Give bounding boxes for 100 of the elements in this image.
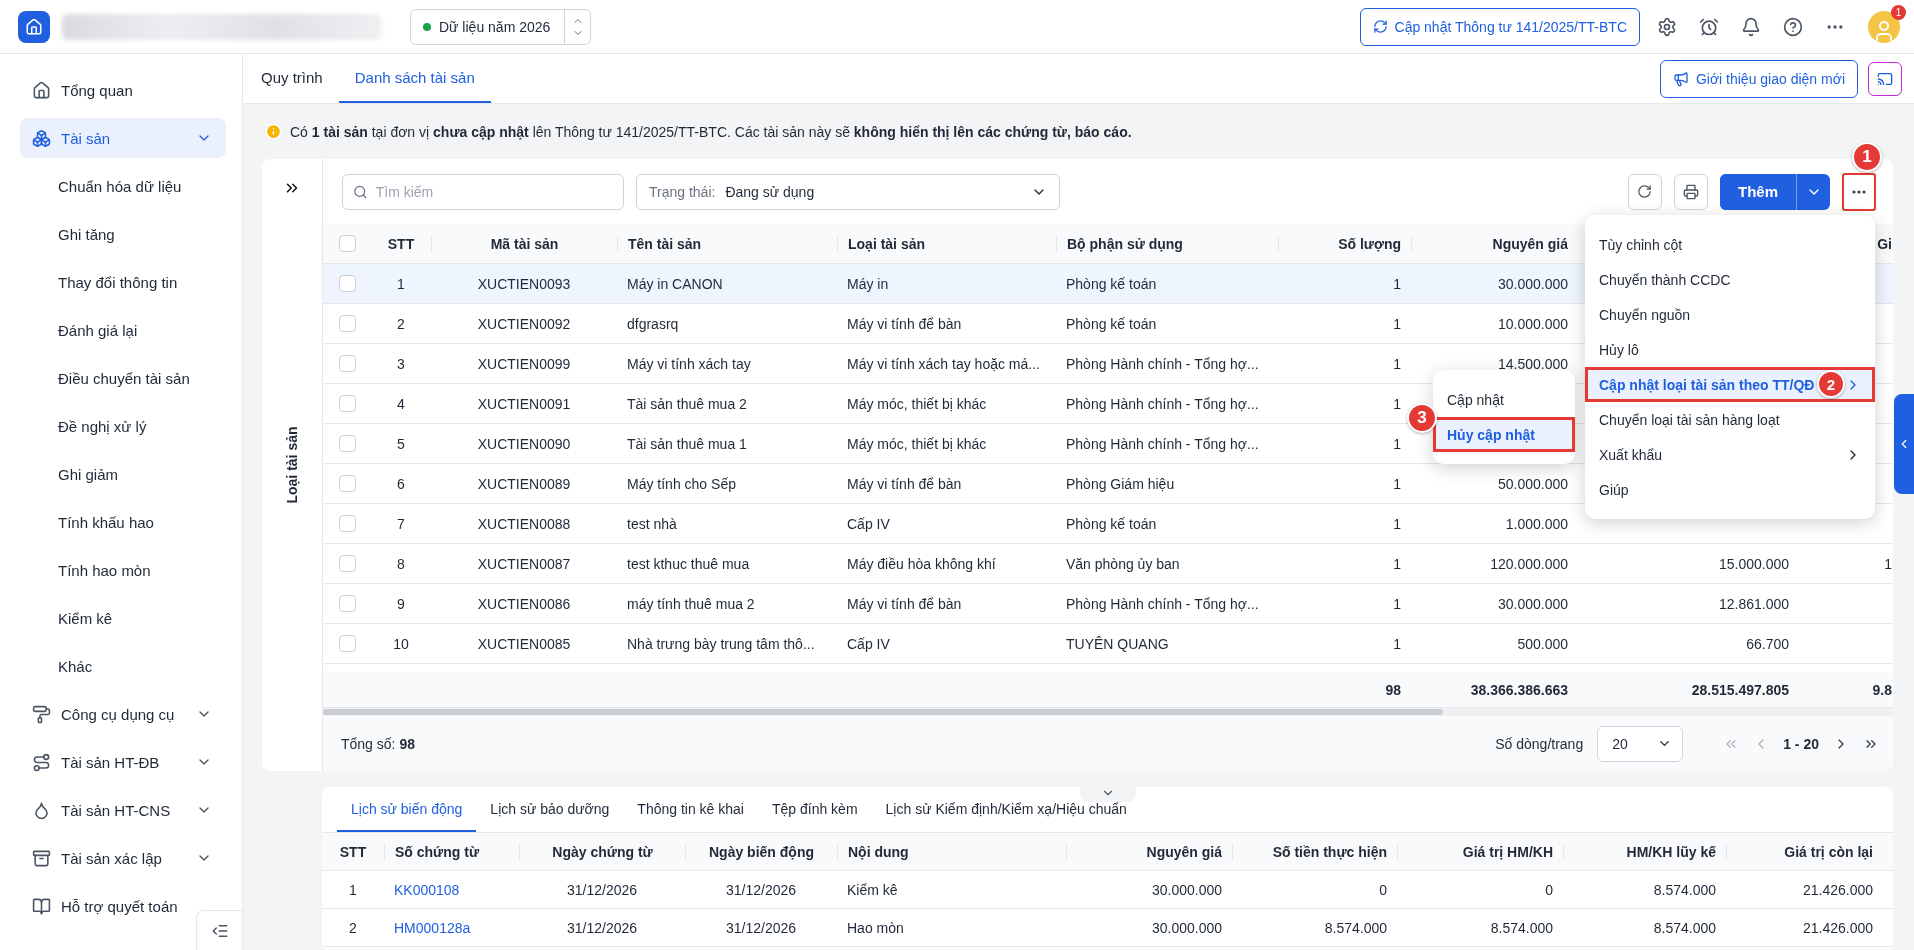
sidebar-item[interactable]: Điều chuyển tài sản — [20, 358, 226, 398]
sidebar-item[interactable]: Thay đổi thông tin — [20, 262, 226, 302]
sidebar-item[interactable]: Kiểm kê — [20, 598, 226, 638]
table-cell: Phòng kế toán — [1066, 315, 1157, 332]
panel-title: Loại tài sản — [284, 426, 300, 504]
menu-item[interactable]: Giúp — [1585, 472, 1875, 507]
sidebar-item[interactable]: Công cụ dụng cụ — [20, 694, 226, 734]
menu-item[interactable]: Chuyển thành CCDC — [1585, 262, 1875, 297]
refresh-icon[interactable] — [1628, 173, 1662, 210]
table-cell: 1 — [1393, 515, 1401, 532]
cast-icon — [1877, 70, 1893, 87]
sidebar-item[interactable]: Tính khấu hao — [20, 502, 226, 542]
checkbox[interactable] — [338, 235, 356, 252]
table-cell: 8.574.000 — [1653, 919, 1716, 936]
menu-item[interactable]: Tùy chỉnh cột — [1585, 227, 1875, 262]
sidebar-item[interactable]: Đánh giá lại — [20, 310, 226, 350]
column-header: STT — [386, 235, 416, 252]
table-cell: 10 — [393, 635, 409, 652]
table-cell: 30.000.000 — [1497, 595, 1568, 612]
avatar[interactable] — [1868, 10, 1900, 43]
table-cell: TUYÊN QUANG — [1066, 635, 1169, 652]
table-cell: XUCTIEN0088 — [477, 515, 571, 532]
table-cell: 31/12/2026 — [566, 919, 638, 936]
table-cell: 66.700 — [1746, 635, 1789, 652]
collapse-sidebar-button[interactable] — [196, 910, 242, 950]
checkbox[interactable] — [338, 475, 356, 492]
table-cell: 1 — [1393, 275, 1401, 292]
table-cell: Máy vi tính xách tay — [627, 355, 751, 372]
sidebar-item[interactable]: Khác — [20, 646, 226, 686]
scrollbar-thumb[interactable] — [323, 709, 1443, 715]
column-header: Ngày biến động — [685, 843, 837, 860]
checkbox[interactable] — [338, 275, 356, 292]
tab[interactable]: Lịch sử Kiểm định/Kiểm xạ/Hiệu chuẩn — [871, 787, 1141, 832]
document-link[interactable]: HM000128a — [394, 919, 471, 936]
sidebar-item[interactable]: Tài sản — [20, 118, 226, 158]
tab[interactable]: Thông tin kê khai — [623, 787, 758, 832]
checkbox[interactable] — [338, 435, 356, 452]
table-cell: Phòng Hành chính - Tổng hợ... — [1066, 595, 1259, 612]
table-cell: 1 — [1393, 475, 1401, 492]
cast-button[interactable] — [1868, 61, 1902, 96]
search-field[interactable]: Tìm kiếm — [342, 173, 624, 210]
table-cell: 0 — [1379, 881, 1387, 898]
sidebar-item[interactable]: Tài sản HT-ĐB — [20, 742, 226, 782]
sidebar-item[interactable]: Tổng quan — [20, 70, 226, 110]
table-cell: Máy in CANON — [627, 275, 723, 292]
side-drawer-tab[interactable] — [1894, 394, 1914, 494]
table-cell: XUCTIEN0092 — [477, 315, 571, 332]
table-cell: Cấp IV — [847, 635, 890, 652]
sidebar-item[interactable]: Chuẩn hóa dữ liệu — [20, 166, 226, 206]
table-cell: 30.000.000 — [1151, 919, 1222, 936]
sidebar-item[interactable]: Ghi tăng — [20, 214, 226, 254]
table-cell: Tài sản thuê mua 2 — [627, 395, 747, 412]
checkbox[interactable] — [338, 315, 356, 332]
tab[interactable]: Tệp đính kèm — [757, 787, 872, 832]
sidebar-item[interactable]: Ghi giảm — [20, 454, 226, 494]
print-icon[interactable] — [1674, 173, 1708, 210]
table-cell: 3 — [397, 355, 405, 372]
app-logo[interactable] — [18, 10, 50, 43]
checkbox[interactable] — [338, 515, 356, 532]
table-cell: 31/12/2026 — [725, 881, 797, 898]
table-cell: 30.000.000 — [1151, 881, 1222, 898]
table-cell: 21.426.000 — [1802, 919, 1873, 936]
collapse-handle[interactable] — [1079, 787, 1136, 802]
intro-button[interactable]: Giới thiệu giao diện mới — [1659, 59, 1858, 98]
checkbox[interactable] — [338, 595, 356, 612]
column-header: Nguyên giá — [1411, 235, 1578, 252]
sidebar-item[interactable]: Tài sản xác lập — [20, 838, 226, 878]
table-cell: 500.000 — [1517, 635, 1568, 652]
document-link[interactable]: KK000108 — [394, 881, 460, 898]
total-cell: 28.515.497.805 — [1691, 681, 1789, 698]
table-cell: XUCTIEN0085 — [477, 635, 571, 652]
table-cell: 8.574.000 — [1324, 919, 1387, 936]
checkbox[interactable] — [338, 555, 356, 572]
step-badge: 1 — [1852, 141, 1882, 172]
search-input[interactable]: Tìm kiếm — [373, 182, 613, 201]
table-cell: 1 — [1393, 435, 1401, 452]
update-button[interactable]: Cập nhật Thông tư 141/2025/TT-BTC — [1359, 7, 1640, 46]
more-button[interactable] — [1842, 172, 1876, 211]
table-cell: test nhà — [627, 515, 677, 532]
status-select[interactable]: Trạng thái: Đang sử dụng — [636, 173, 1060, 210]
table-cell: Phòng Hành chính - Tổng hợ... — [1066, 395, 1259, 412]
search-icon — [353, 183, 368, 200]
tab[interactable]: Danh sách tài sản — [338, 54, 491, 103]
checkbox[interactable] — [338, 395, 356, 412]
checkbox[interactable] — [338, 355, 356, 372]
table-cell: 10.000.000 — [1497, 315, 1568, 332]
tab[interactable]: Quy trình — [261, 54, 339, 103]
year-selector[interactable]: Dữ liệu năm 2026 — [410, 8, 592, 45]
sidebar-item[interactable]: Đề nghị xử lý — [20, 406, 226, 446]
table-cell: Kiểm kê — [847, 881, 898, 898]
menu-item[interactable]: Hủy cập nhật — [1433, 417, 1575, 452]
table-cell: 31/12/2026 — [566, 881, 638, 898]
sidebar-item[interactable]: Hỗ trợ quyết toán — [20, 886, 226, 926]
sidebar-item[interactable]: Tài sản HT-CNS — [20, 790, 226, 830]
column-header: Loại tài sản — [837, 235, 1056, 252]
sidebar-item[interactable]: Tính hao mòn — [20, 550, 226, 590]
table-cell: 21.426.000 — [1802, 881, 1873, 898]
checkbox[interactable] — [338, 635, 356, 652]
tab[interactable]: Lịch sử bảo dưỡng — [476, 787, 624, 832]
page-size-select[interactable]: 20 — [1597, 725, 1684, 762]
